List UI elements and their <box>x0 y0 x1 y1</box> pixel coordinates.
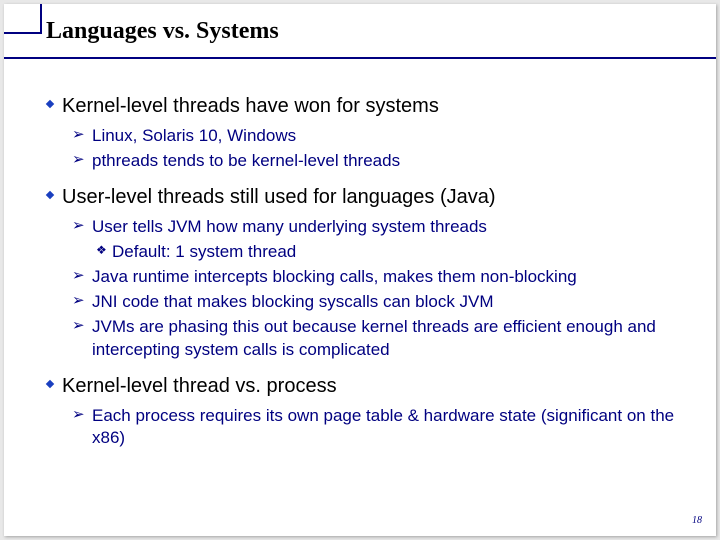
diamond-icon <box>44 185 62 201</box>
arrow-icon: ➢ <box>72 266 92 286</box>
bullet-text: pthreads tends to be kernel-level thread… <box>92 150 400 173</box>
bullet-text: JNI code that makes blocking syscalls ca… <box>92 291 494 314</box>
title-underline <box>4 57 716 59</box>
bullet-level2: ➢ User tells JVM how many underlying sys… <box>72 216 676 239</box>
bullet-text: User-level threads still used for langua… <box>62 185 496 210</box>
bullet-text: Linux, Solaris 10, Windows <box>92 125 296 148</box>
diamond-icon <box>44 94 62 110</box>
arrow-icon: ➢ <box>72 125 92 145</box>
bullet-text: User tells JVM how many underlying syste… <box>92 216 487 239</box>
bullet-level2: ➢ pthreads tends to be kernel-level thre… <box>72 150 676 173</box>
bullet-level3: ❖ Default: 1 system thread <box>96 241 676 264</box>
small-diamond-icon: ❖ <box>96 241 112 259</box>
bullet-level2: ➢ JVMs are phasing this out because kern… <box>72 316 676 362</box>
corner-decoration <box>4 4 42 34</box>
page-number: 18 <box>692 515 702 526</box>
arrow-icon: ➢ <box>72 216 92 236</box>
arrow-icon: ➢ <box>72 150 92 170</box>
diamond-icon <box>44 374 62 390</box>
bullet-level2: ➢ Each process requires its own page tab… <box>72 405 676 451</box>
bullet-text: JVMs are phasing this out because kernel… <box>92 316 676 362</box>
bullet-text: Kernel-level threads have won for system… <box>62 94 439 119</box>
bullet-text: Default: 1 system thread <box>112 241 296 264</box>
bullet-level1: Kernel-level thread vs. process <box>44 374 676 399</box>
arrow-icon: ➢ <box>72 291 92 311</box>
bullet-level1: User-level threads still used for langua… <box>44 185 676 210</box>
bullet-level2: ➢ Java runtime intercepts blocking calls… <box>72 266 676 289</box>
bullet-level1: Kernel-level threads have won for system… <box>44 94 676 119</box>
bullet-text: Each process requires its own page table… <box>92 405 676 451</box>
bullet-text: Java runtime intercepts blocking calls, … <box>92 266 577 289</box>
arrow-icon: ➢ <box>72 316 92 336</box>
bullet-level2: ➢ JNI code that makes blocking syscalls … <box>72 291 676 314</box>
slide-body: Kernel-level threads have won for system… <box>44 82 676 450</box>
bullet-text: Kernel-level thread vs. process <box>62 374 337 399</box>
slide: Languages vs. Systems Kernel-level threa… <box>4 4 716 536</box>
arrow-icon: ➢ <box>72 405 92 425</box>
slide-title: Languages vs. Systems <box>46 18 279 45</box>
bullet-level2: ➢ Linux, Solaris 10, Windows <box>72 125 676 148</box>
